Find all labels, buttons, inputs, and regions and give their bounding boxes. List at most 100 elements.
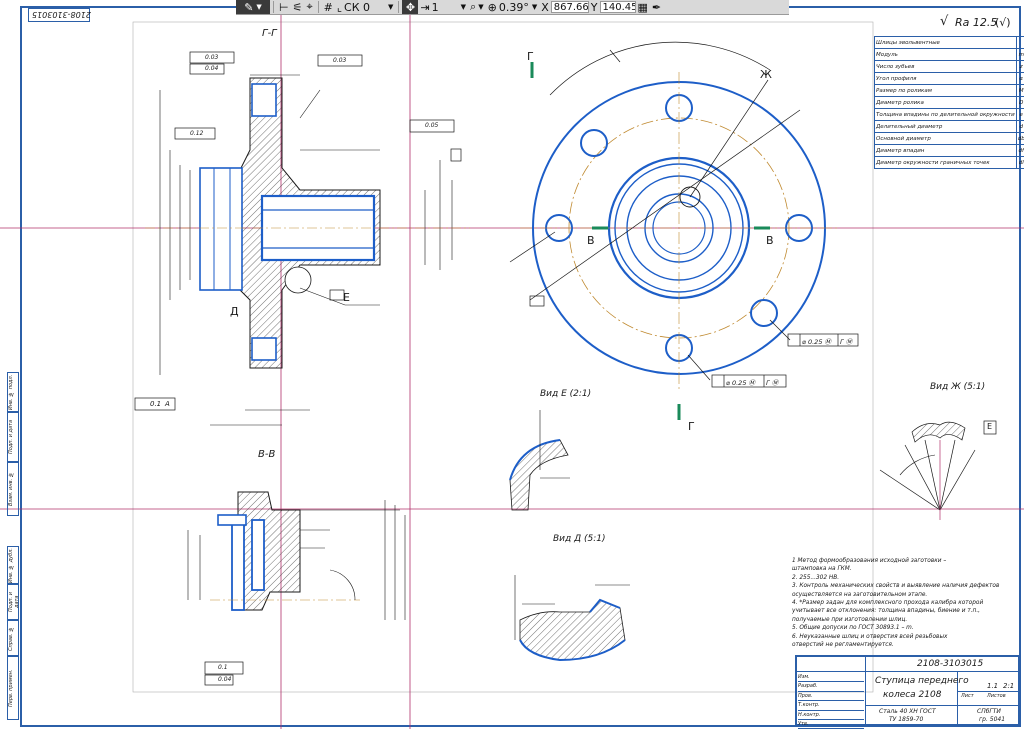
zoom-icon: ⌕ [470, 0, 477, 13]
title-scale: 2:1 [1003, 682, 1015, 690]
sign-row: Утв. [798, 720, 864, 729]
note-line: 6. Неуказанные шлиц и отверстия всей рез… [792, 633, 948, 640]
spec-cell-param: Модуль [874, 48, 1017, 61]
spec-row: Диаметр роликаD2.071 [874, 96, 1024, 109]
angle-icon: ⊕ [487, 0, 497, 14]
spec-cell-sym: D [1015, 96, 1024, 109]
filter-button[interactable]: ⚟ [291, 0, 305, 14]
spec-row: Угол профиляα45° [874, 72, 1024, 85]
note-line: 2. 255...302 HB. [792, 574, 840, 581]
view-e-label: Вид Е (2:1) [540, 389, 592, 399]
eyedropper-button[interactable]: ▦ [636, 0, 650, 14]
move-cursor-button[interactable]: ✥ [402, 0, 419, 14]
title-sheets: Листов [987, 693, 1006, 699]
sign-row: Изм. [798, 673, 864, 683]
spec-cell-param: Шлицы эвольвентные [874, 36, 1017, 49]
y-coordinate-value: 140.45! [602, 2, 635, 13]
technical-requirements: 1 Метод формообразования исходной загото… [792, 557, 1014, 649]
y-coordinate-field[interactable]: 140.45! [599, 1, 636, 13]
note-line: штамповка на ГКМ. [792, 566, 852, 573]
coordinate-system-select[interactable]: ⌞ СК 0 ▼ [335, 0, 396, 14]
spec-cell-sym: z [1015, 60, 1024, 73]
spec-cell-param: Диаметр впадин [874, 144, 1017, 157]
axes-icon: ⌞ [336, 0, 343, 14]
note-line: 4. *Размер задан для комплексного проход… [792, 600, 984, 607]
spec-row: Размер по роликамM20.45 [874, 84, 1024, 97]
pick-button[interactable]: ✒ [650, 0, 663, 14]
doc-number-stamp-text: 2108-3103015 [32, 10, 91, 19]
title-sign-rows: Изм. Разраб. Пров. Т.контр. Н.контр. Утв. [798, 673, 864, 729]
chevron-down-icon: ▼ [478, 3, 484, 11]
side-label-vzam-inv: Взам. инв. № [7, 462, 19, 516]
snap-toggle-button[interactable]: ⊢ [277, 0, 291, 14]
roughness-mark: Ra 12.5 [955, 16, 998, 29]
spec-row: Толщина впадины по делительной окружност… [874, 108, 1024, 121]
note-line: 1 Метод формообразования исходной загото… [792, 558, 947, 564]
spec-cell-sym: M [1015, 84, 1024, 97]
spec-cell-sym: m [1015, 48, 1024, 61]
marker-e-box: Е [987, 422, 993, 431]
zoom-select[interactable]: ⌕ ▼ [468, 0, 486, 14]
side-label-sprav: Справ. № [7, 620, 19, 656]
x-label-text: X [541, 0, 549, 14]
title-org-2: гр. 5041 [979, 716, 1006, 723]
coordinate-icon: ⌖ [306, 0, 313, 13]
title-sheet: Лист [961, 693, 974, 699]
flange-front-view[interactable] [509, 41, 859, 420]
spec-cell-param: Диаметр ролика [874, 96, 1017, 109]
marker-d: Д [230, 305, 239, 318]
x-coordinate-field[interactable]: 867.66( [550, 1, 589, 13]
spec-row: Диаметр окружности граничных точекdl24.3… [874, 156, 1024, 169]
side-label-podp-date-1: Подп. и дата [7, 412, 19, 462]
tolerance-01-datum: А [165, 400, 170, 408]
spec-row: Шлицы эвольвентныеADX 24*48 [874, 36, 1024, 49]
spec-row: Число зубьевz22 [874, 60, 1024, 73]
spec-cell-param: Делительный диаметр [874, 120, 1017, 133]
roughness-check-icon-small: (√) [995, 16, 1011, 29]
section-gg-view[interactable] [134, 51, 470, 426]
title-mass: 1.1 [987, 682, 999, 690]
title-block-divider [865, 657, 866, 724]
title-block-divider [865, 705, 1018, 706]
section-vv-view[interactable] [187, 491, 406, 686]
spec-row: Делительный диаметрd23.2826 [874, 120, 1024, 133]
eyedropper-icon: ✒ [651, 0, 662, 14]
spec-cell-sym: dl [1015, 156, 1024, 169]
spec-cell-param: Основной диаметр [874, 132, 1017, 145]
sign-row: Пров. [798, 692, 864, 702]
spec-cell-sym [1015, 36, 1024, 49]
title-org-1: СПбГТИ [977, 708, 1001, 715]
grid-toggle-button[interactable]: # [322, 0, 335, 14]
x-coordinate-value: 867.66( [553, 2, 589, 13]
doc-number-stamp: 2108-3103015 [28, 8, 91, 22]
spec-cell-sym: e [1015, 108, 1024, 121]
spec-cell-param: Число зубьев [874, 60, 1017, 73]
tolerance-003-right: 0.03 [333, 57, 347, 64]
view-e-detail[interactable] [509, 410, 570, 511]
move-icon: ✥ [405, 0, 416, 14]
title-block-divider [957, 691, 1018, 692]
marker-g-bottom: Г [688, 420, 695, 433]
side-label-perv-prim: Перв. примен. [7, 656, 19, 720]
section-vv-label: В-В [258, 449, 276, 460]
line-number-select[interactable]: ⇥ 1 ▼ [418, 0, 468, 14]
view-d-detail[interactable] [514, 575, 630, 662]
sign-row: Н.контр. [798, 711, 864, 720]
marker-v-right: В [766, 234, 774, 247]
coordinates-button[interactable]: ⌖ [304, 0, 314, 14]
side-label-podp-date-2: Подп. и дата [7, 584, 19, 620]
toolbar-separator [317, 1, 319, 13]
title-material-2: ТУ 1859-70 [889, 716, 924, 723]
view-d-label: Вид Д (5:1) [553, 534, 606, 544]
step-icon: ⇥ [420, 0, 430, 14]
title-doc-number: 2108-3103015 [917, 659, 984, 669]
tolerance-01-bottom: 0.1 [218, 664, 228, 671]
marker-e: Е [343, 291, 350, 304]
chevron-down-icon: ▼ [460, 3, 467, 11]
angle-field[interactable]: ⊕ 0.39° ▼ [486, 0, 540, 14]
view-zh-detail[interactable] [879, 420, 997, 520]
line-style-button[interactable]: ✎ ▼ [236, 0, 270, 14]
tolerance-position-1: ⌀ 0.25 Ⓜ [802, 338, 832, 346]
spec-cell-param: Угол профиля [874, 72, 1017, 85]
note-line: учитывает все отклонения: толщина впадин… [792, 608, 981, 615]
